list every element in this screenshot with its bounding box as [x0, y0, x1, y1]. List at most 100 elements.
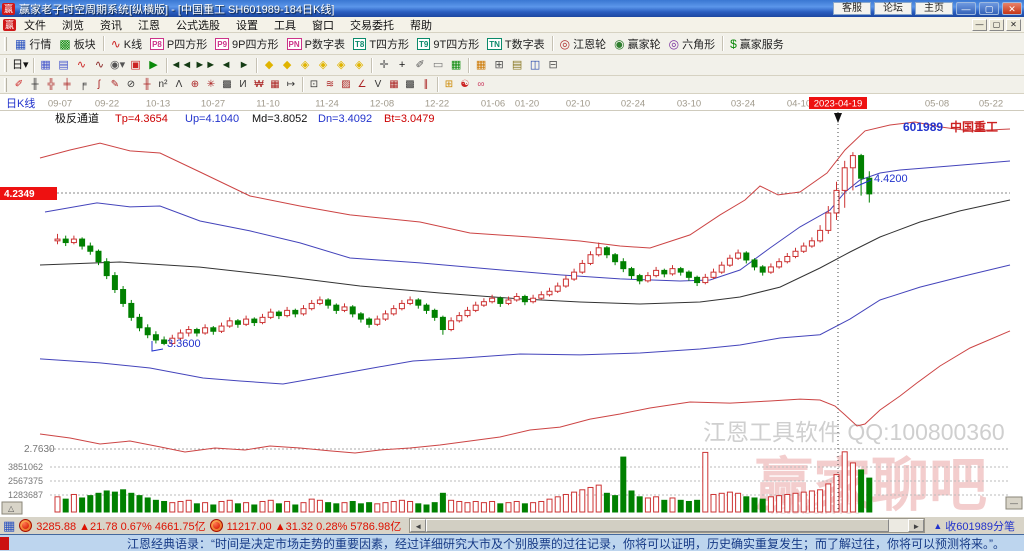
- scroll-left-button[interactable]: ◄: [410, 519, 426, 532]
- box-select-button[interactable]: ⊡: [306, 77, 322, 92]
- spiral-tool-button[interactable]: ʃ: [91, 77, 107, 92]
- grid-measure-button[interactable]: ▦: [267, 77, 283, 92]
- save-tool-button[interactable]: ◫: [526, 57, 544, 74]
- mdi-restore-button[interactable]: ▢: [989, 19, 1004, 31]
- mdi-close-button[interactable]: ✕: [1006, 19, 1021, 31]
- toolbar-button-winner-service[interactable]: $赢家服务: [726, 34, 788, 54]
- menu-交易委托[interactable]: 交易委托: [342, 17, 402, 33]
- gann-circle-button[interactable]: ⊕: [187, 77, 203, 92]
- toolbar-button-winner-wheel[interactable]: ◉赢家轮: [610, 34, 664, 54]
- window-layout-button[interactable]: ▦: [37, 57, 55, 74]
- pencil-tool-button[interactable]: ✐: [411, 57, 429, 74]
- price-chart-svg[interactable]: 江恩工具软件 QQ:100800360赢家聊吧liaoba.vict09-070…: [0, 94, 1024, 516]
- trend-line-red-button[interactable]: ∿: [73, 57, 91, 74]
- parallel-lines-button[interactable]: ∥: [418, 77, 434, 92]
- check-wave-button[interactable]: V: [370, 77, 386, 92]
- abacus-tool-button[interactable]: ▦: [447, 57, 465, 74]
- wave-a-button[interactable]: Ʌ: [171, 77, 187, 92]
- forum-button[interactable]: 论坛: [874, 2, 912, 15]
- calendar-tool-button[interactable]: ▦: [472, 57, 490, 74]
- diamond-marker-1-button[interactable]: ◆: [260, 57, 278, 74]
- shenzhen-index-icon[interactable]: [210, 519, 223, 532]
- shanghai-index-icon[interactable]: [19, 519, 32, 532]
- w-wave-button[interactable]: ₩: [251, 77, 267, 92]
- toolbar-button-sector-blocks[interactable]: ▩板块: [55, 34, 99, 54]
- extend-tool-button[interactable]: ↦: [283, 77, 299, 92]
- toolbar-button-t-square[interactable]: T8T四方形: [349, 34, 413, 54]
- kline-color-button[interactable]: ▣: [127, 57, 145, 74]
- shaded-box-button[interactable]: ▩: [219, 77, 235, 92]
- toolbar-button-hexagon[interactable]: ◎六角形: [665, 34, 719, 54]
- toolbar-button-quote-grid[interactable]: ▦行情: [11, 34, 55, 54]
- pan-hand-button[interactable]: ✛: [375, 57, 393, 74]
- toolbar-button-p-square[interactable]: P8P四方形: [146, 34, 211, 54]
- close-button[interactable]: ✕: [1002, 2, 1022, 15]
- fan-lines-button[interactable]: ≋: [322, 77, 338, 92]
- menu-设置[interactable]: 设置: [228, 17, 266, 33]
- circle-cycle-button[interactable]: ⊘: [123, 77, 139, 92]
- crosshair-button[interactable]: +: [393, 57, 411, 74]
- menu-文件[interactable]: 文件: [16, 17, 54, 33]
- draw-flag-button[interactable]: ▶: [145, 57, 163, 74]
- menu-窗口[interactable]: 窗口: [304, 17, 342, 33]
- trend-line-dark-button[interactable]: ∿: [91, 57, 109, 74]
- period-day-dropdown-button[interactable]: 日▾: [11, 57, 30, 74]
- toolbar-button-t-number-table[interactable]: TNT数字表: [483, 34, 548, 54]
- prev-bar-button[interactable]: ◄: [217, 57, 235, 74]
- n-wave-button[interactable]: И: [235, 77, 251, 92]
- first-page-button[interactable]: ◄◄: [170, 57, 194, 74]
- table-dark-button[interactable]: ▩: [402, 77, 418, 92]
- n-square-button[interactable]: n²: [155, 77, 171, 92]
- gann-grid-3-button[interactable]: ╪: [59, 77, 75, 92]
- toolbar-button-p-number-table[interactable]: PNP数字表: [283, 34, 349, 54]
- menu-帮助[interactable]: 帮助: [402, 17, 440, 33]
- market-grid-icon[interactable]: ▦: [3, 519, 15, 532]
- taiji-button[interactable]: ☯: [457, 77, 473, 92]
- chart-area[interactable]: 江恩工具软件 QQ:100800360赢家聊吧liaoba.vict09-070…: [0, 94, 1024, 516]
- calculator-tool-button[interactable]: ⊞: [490, 57, 508, 74]
- draw-pencil-button[interactable]: ✐: [11, 77, 27, 92]
- star-rays-button[interactable]: ✳: [203, 77, 219, 92]
- chart-h-scrollbar[interactable]: ◄ ►: [409, 518, 925, 533]
- mdi-minimize-button[interactable]: —: [972, 19, 987, 31]
- angle-tool-button[interactable]: ∠: [354, 77, 370, 92]
- angle-pen-button[interactable]: ✎: [107, 77, 123, 92]
- toolbar-button-p9-square[interactable]: P99P四方形: [211, 34, 282, 54]
- diamond-marker-3-button[interactable]: ◈: [296, 57, 314, 74]
- candle-style-dropdown-button[interactable]: ◉▾: [109, 57, 127, 74]
- label-tool-button[interactable]: ▭: [429, 57, 447, 74]
- gann-box-button[interactable]: ╒: [75, 77, 91, 92]
- customer-service-button[interactable]: 客服: [833, 2, 871, 15]
- notebook-tool-button[interactable]: ▤: [508, 57, 526, 74]
- minimize-button[interactable]: —: [956, 2, 976, 15]
- menu-江恩[interactable]: 江恩: [130, 17, 168, 33]
- diamond-marker-4-button[interactable]: ◈: [314, 57, 332, 74]
- infinity-button[interactable]: ∞: [473, 77, 489, 92]
- menu-工具[interactable]: 工具: [266, 17, 304, 33]
- time-ruler-button[interactable]: ╫: [139, 77, 155, 92]
- maximize-button[interactable]: ▢: [979, 2, 999, 15]
- gann-grid-2-button[interactable]: ╬: [43, 77, 59, 92]
- toolbar-button-gann-wheel[interactable]: ◎江恩轮: [556, 34, 610, 54]
- toolbar-button-kline[interactable]: ∿K线: [107, 34, 146, 54]
- scroll-right-button[interactable]: ►: [908, 519, 924, 532]
- scrollbar-track[interactable]: [426, 519, 908, 532]
- gann-grid-1-button[interactable]: ╫: [27, 77, 43, 92]
- homepage-button[interactable]: 主页: [915, 2, 953, 15]
- nine-grid-button[interactable]: ⊞: [441, 77, 457, 92]
- diamond-marker-6-button[interactable]: ◈: [350, 57, 368, 74]
- menu-浏览[interactable]: 浏览: [54, 17, 92, 33]
- scrollbar-thumb[interactable]: [426, 519, 889, 532]
- toolbar-button-t9-square[interactable]: T99T四方形: [413, 34, 483, 54]
- menu-公式选股[interactable]: 公式选股: [168, 17, 228, 33]
- diamond-marker-2-button[interactable]: ◆: [278, 57, 296, 74]
- next-bar-button[interactable]: ►: [235, 57, 253, 74]
- hatch-box-button[interactable]: ▨: [338, 77, 354, 92]
- table-red-button[interactable]: ▦: [386, 77, 402, 92]
- last-page-button[interactable]: ►►: [193, 57, 217, 74]
- menu-资讯[interactable]: 资讯: [92, 17, 130, 33]
- tick-feed-link[interactable]: ▲ 收601989分笔: [933, 518, 1021, 534]
- info-panel-button[interactable]: ▤: [55, 57, 73, 74]
- diamond-marker-5-button[interactable]: ◈: [332, 57, 350, 74]
- export-tool-button[interactable]: ⊟: [544, 57, 562, 74]
